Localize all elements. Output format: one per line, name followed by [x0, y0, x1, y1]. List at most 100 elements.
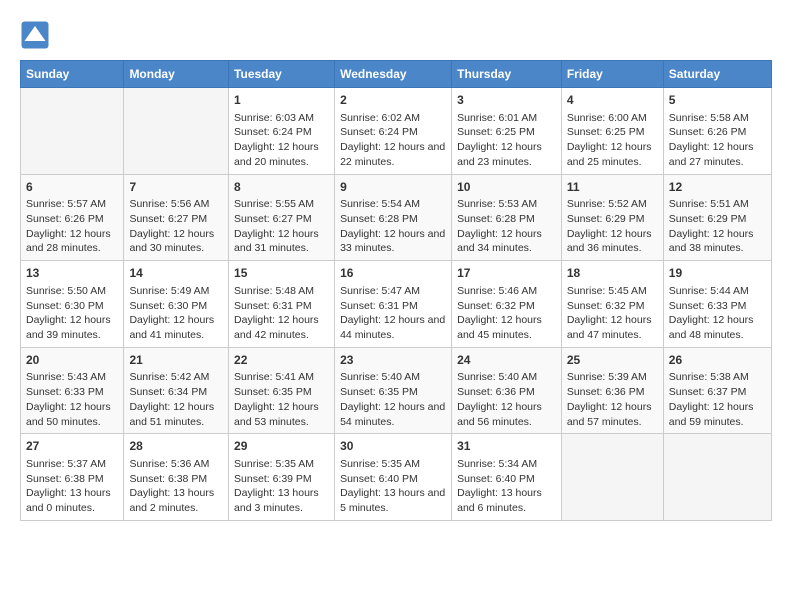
sunrise-text: Sunrise: 5:57 AM: [26, 198, 106, 210]
sunrise-text: Sunrise: 5:42 AM: [129, 371, 209, 383]
day-cell: 15 Sunrise: 5:48 AM Sunset: 6:31 PM Dayligh…: [229, 261, 335, 348]
day-cell: 13Sunrise: 5:50 AMSunset: 6:30 PMDayligh…: [21, 261, 124, 348]
calendar-header: SundayMondayTuesdayWednesdayThursdayFrid…: [21, 61, 772, 88]
sunset-text: Sunset: 6:32 PM: [567, 300, 645, 312]
daylight-text: Daylight: 12 hours and 53 minutes.: [234, 401, 319, 428]
day-cell: 9Sunrise: 5:54 AMSunset: 6:28 PMDaylight…: [335, 174, 452, 261]
sunrise-text: Sunrise: 5:51 AM: [669, 198, 749, 210]
day-cell: 25Sunrise: 5:39 AMSunset: 6:36 PMDayligh…: [561, 347, 663, 434]
day-cell: 4Sunrise: 6:00 AMSunset: 6:25 PMDaylight…: [561, 88, 663, 175]
day-cell: 28Sunrise: 5:36 AMSunset: 6:38 PMDayligh…: [124, 434, 229, 521]
day-number: 7: [129, 179, 223, 196]
daylight-text: Daylight: 12 hours and 39 minutes.: [26, 314, 111, 341]
sunrise-text: Sunrise: 5:35 AM: [340, 458, 420, 470]
day-number: 2: [340, 92, 446, 109]
sunrise-text: Sunrise: 5:44 AM: [669, 285, 749, 297]
daylight-text: Daylight: 12 hours and 48 minutes.: [669, 314, 754, 341]
day-number: 13: [26, 265, 118, 282]
day-number: 20: [26, 352, 118, 369]
day-number: 19: [669, 265, 766, 282]
daylight-text: Daylight: 13 hours and 6 minutes.: [457, 487, 542, 514]
daylight-text: Daylight: 13 hours and 0 minutes.: [26, 487, 111, 514]
sunrise-text: Sunrise: 5:47 AM: [340, 285, 420, 297]
day-number: 17: [457, 265, 556, 282]
sunset-text: Sunset: 6:37 PM: [669, 386, 747, 398]
sunrise-text: Sunrise: 5:39 AM: [567, 371, 647, 383]
day-cell: 6Sunrise: 5:57 AMSunset: 6:26 PMDaylight…: [21, 174, 124, 261]
day-number: 4: [567, 92, 658, 109]
calendar-body: 1Sunrise: 6:03 AMSunset: 6:24 PMDaylight…: [21, 88, 772, 521]
day-cell: [124, 88, 229, 175]
sunset-text: Sunset: 6:40 PM: [457, 473, 535, 485]
header-cell-friday: Friday: [561, 61, 663, 88]
header-cell-tuesday: Tuesday: [229, 61, 335, 88]
sunset-text: Sunset: 6:29 PM: [567, 213, 645, 225]
sunset-text: Sunset: 6:38 PM: [26, 473, 104, 485]
sunset-text: Sunset: 6:25 PM: [457, 126, 535, 138]
sunrise-text: Sunrise: 5:55 AM: [234, 198, 314, 210]
sunrise-text: Sunrise: 5:54 AM: [340, 198, 420, 210]
daylight-text: Daylight: 12 hours and 28 minutes.: [26, 228, 111, 255]
day-number: 31: [457, 438, 556, 455]
daylight-text: Daylight: 12 hours and 44 minutes.: [340, 314, 445, 341]
daylight-text: Daylight: 12 hours and 34 minutes.: [457, 228, 542, 255]
week-row-2: 6Sunrise: 5:57 AMSunset: 6:26 PMDaylight…: [21, 174, 772, 261]
day-number: 16: [340, 265, 446, 282]
day-number: 6: [26, 179, 118, 196]
sunrise-text: Sunrise: 5:58 AM: [669, 112, 749, 124]
day-number: 15: [234, 265, 329, 282]
sunset-text: Sunset: 6:33 PM: [26, 386, 104, 398]
day-number: 24: [457, 352, 556, 369]
day-cell: 29Sunrise: 5:35 AMSunset: 6:39 PMDayligh…: [229, 434, 335, 521]
sunset-text: Sunset: 6:38 PM: [129, 473, 207, 485]
day-number: 14: [129, 265, 223, 282]
day-cell: 24Sunrise: 5:40 AMSunset: 6:36 PMDayligh…: [452, 347, 562, 434]
week-row-3: 13Sunrise: 5:50 AMSunset: 6:30 PMDayligh…: [21, 261, 772, 348]
day-number: 27: [26, 438, 118, 455]
sunrise-text: Sunrise: 5:56 AM: [129, 198, 209, 210]
sunset-text: Sunset: 6:35 PM: [340, 386, 418, 398]
sunrise-text: Sunrise: 6:02 AM: [340, 112, 420, 124]
day-cell: 1Sunrise: 6:03 AMSunset: 6:24 PMDaylight…: [229, 88, 335, 175]
daylight-text: Daylight: 12 hours and 42 minutes.: [234, 314, 319, 341]
day-cell: 10Sunrise: 5:53 AMSunset: 6:28 PMDayligh…: [452, 174, 562, 261]
day-cell: 19Sunrise: 5:44 AMSunset: 6:33 PMDayligh…: [663, 261, 771, 348]
day-cell: 12Sunrise: 5:51 AMSunset: 6:29 PMDayligh…: [663, 174, 771, 261]
daylight-text: Daylight: 12 hours and 51 minutes.: [129, 401, 214, 428]
sunset-text: Sunset: 6:29 PM: [669, 213, 747, 225]
day-number: 1: [234, 92, 329, 109]
day-number: 3: [457, 92, 556, 109]
day-number: 11: [567, 179, 658, 196]
day-cell: 2Sunrise: 6:02 AMSunset: 6:24 PMDaylight…: [335, 88, 452, 175]
day-number: 10: [457, 179, 556, 196]
calendar-table: SundayMondayTuesdayWednesdayThursdayFrid…: [20, 60, 772, 521]
sunset-text: Sunset: 6:27 PM: [234, 213, 312, 225]
sunrise-text: Sunrise: 6:03 AM: [234, 112, 314, 124]
sunset-text: Sunset: 6:25 PM: [567, 126, 645, 138]
daylight-text: Daylight: 12 hours and 47 minutes.: [567, 314, 652, 341]
day-number: 9: [340, 179, 446, 196]
day-number: 25: [567, 352, 658, 369]
day-cell: [561, 434, 663, 521]
day-cell: 8Sunrise: 5:55 AMSunset: 6:27 PMDaylight…: [229, 174, 335, 261]
day-cell: 11Sunrise: 5:52 AMSunset: 6:29 PMDayligh…: [561, 174, 663, 261]
header-cell-thursday: Thursday: [452, 61, 562, 88]
daylight-text: Daylight: 12 hours and 33 minutes.: [340, 228, 445, 255]
day-cell: 21Sunrise: 5:42 AMSunset: 6:34 PMDayligh…: [124, 347, 229, 434]
header-cell-wednesday: Wednesday: [335, 61, 452, 88]
daylight-text: Daylight: 12 hours and 30 minutes.: [129, 228, 214, 255]
day-cell: [21, 88, 124, 175]
header-row: SundayMondayTuesdayWednesdayThursdayFrid…: [21, 61, 772, 88]
sunrise-text: Sunrise: 5:40 AM: [457, 371, 537, 383]
sunset-text: Sunset: 6:32 PM: [457, 300, 535, 312]
sunset-text: Sunset: 6:31 PM: [234, 300, 312, 312]
day-number: 22: [234, 352, 329, 369]
sunrise-text: Sunrise: 5:50 AM: [26, 285, 106, 297]
sunrise-text: Sunrise: 5:35 AM: [234, 458, 314, 470]
sunset-text: Sunset: 6:26 PM: [669, 126, 747, 138]
sunrise-text: Sunrise: 5:48 AM: [234, 285, 314, 297]
day-cell: [663, 434, 771, 521]
sunset-text: Sunset: 6:31 PM: [340, 300, 418, 312]
sunrise-text: Sunrise: 5:36 AM: [129, 458, 209, 470]
sunrise-text: Sunrise: 5:37 AM: [26, 458, 106, 470]
